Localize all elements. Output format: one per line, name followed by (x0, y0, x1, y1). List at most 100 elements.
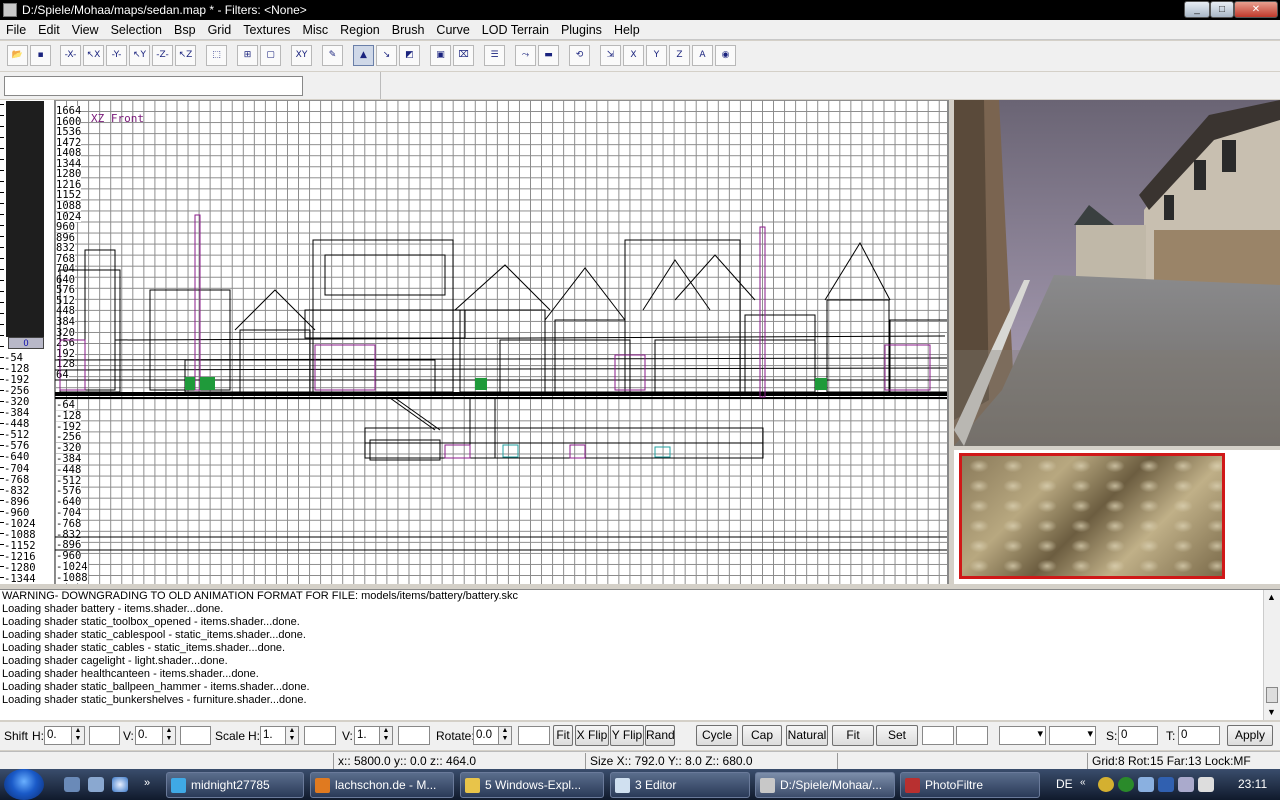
y-flip-button[interactable]: Y Flip (610, 725, 644, 746)
shift-h-spinner[interactable]: ▲ ▼ (71, 726, 85, 745)
x-view-icon[interactable]: X (623, 45, 644, 66)
menu-selection[interactable]: Selection (105, 23, 168, 37)
shift-h-input[interactable]: 0. (44, 726, 72, 745)
y-view-icon[interactable]: Y (646, 45, 667, 66)
scale-icon[interactable]: ⇲ (600, 45, 621, 66)
clock[interactable]: 23:11 (1238, 777, 1267, 791)
tray-app-icon[interactable] (1098, 777, 1114, 792)
ruler-icon[interactable]: ▬ (538, 45, 559, 66)
scroll-down-icon[interactable]: ▼ (1267, 707, 1276, 717)
z-axis-icon[interactable]: -Z- (152, 45, 173, 66)
y-axis-icon[interactable]: -Y- (106, 45, 127, 66)
menu-help[interactable]: Help (608, 23, 646, 37)
shift-v-spinner[interactable]: ▲ ▼ (162, 726, 176, 745)
rotate-icon[interactable]: ⟲ (569, 45, 590, 66)
dashed-select-icon[interactable]: ▢ (260, 45, 281, 66)
menu-misc[interactable]: Misc (296, 23, 334, 37)
grid-select-icon[interactable]: ⊞ (237, 45, 258, 66)
tray-network-icon[interactable] (1138, 777, 1154, 792)
y-flip-icon[interactable]: ↖Y (129, 45, 150, 66)
tray-device-icon[interactable] (1178, 777, 1194, 792)
scale-h-extra-input[interactable] (304, 726, 336, 745)
z-scale-panel[interactable]: 0 -54 -128 -192 -256 -320 -384 -448 -512 -576 -64… (0, 100, 55, 584)
menu-plugins[interactable]: Plugins (555, 23, 608, 37)
filter-input[interactable] (4, 76, 303, 96)
taskbar-button[interactable]: midnight27785 (166, 772, 304, 798)
menu-textures[interactable]: Textures (237, 23, 296, 37)
close-button[interactable]: ✕ (1234, 1, 1278, 18)
set-button[interactable]: Set (876, 725, 918, 746)
set-width-input[interactable] (922, 726, 954, 745)
natural-button[interactable]: Natural (786, 725, 828, 746)
apply-button[interactable]: Apply (1227, 725, 1273, 746)
save-icon[interactable]: ▪ (30, 45, 51, 66)
console-scrollbar[interactable]: ▲ ▼ (1263, 590, 1280, 720)
menu-view[interactable]: View (66, 23, 105, 37)
rotate-input[interactable]: 0.0 (473, 726, 499, 745)
tray-shield-icon[interactable] (1118, 777, 1134, 792)
entity-icon[interactable]: ⌧ (453, 45, 474, 66)
menu-region[interactable]: Region (334, 23, 386, 37)
scale-v-spinner[interactable]: ▲ ▼ (379, 726, 393, 745)
s-input[interactable]: 0 (1118, 726, 1158, 745)
cap-button[interactable]: Cap (742, 725, 782, 746)
console-log[interactable]: WARNING- DOWNGRADING TO OLD ANIMATION FO… (0, 589, 1280, 720)
quicklaunch-chevron-icon[interactable]: » (144, 777, 150, 789)
clipper-icon[interactable]: ✎ (322, 45, 343, 66)
texture-browser[interactable] (954, 450, 1280, 584)
z-view-icon[interactable]: Z (669, 45, 690, 66)
menu-brush[interactable]: Brush (386, 23, 431, 37)
taskbar-button[interactable]: lachschon.de - M... (310, 772, 454, 798)
scale-v-extra-input[interactable] (398, 726, 430, 745)
minimize-button[interactable]: _ (1184, 1, 1210, 18)
taskbar-button[interactable]: PhotoFiltre (900, 772, 1040, 798)
shift-v-extra-input[interactable] (180, 726, 211, 745)
tray-chevron-icon[interactable]: « (1080, 777, 1086, 788)
fit-button[interactable]: Fit (553, 725, 573, 746)
switch-windows-icon[interactable] (88, 777, 104, 792)
cycle-button[interactable]: Cycle > (696, 725, 738, 761)
eye-icon[interactable]: ◉ (715, 45, 736, 66)
z-scale-marker[interactable]: 0 (8, 337, 44, 349)
shift-h-extra-input[interactable] (89, 726, 120, 745)
camera-view[interactable] (954, 100, 1280, 446)
browser-quicklaunch-icon[interactable] (112, 777, 128, 792)
menu-edit[interactable]: Edit (32, 23, 66, 37)
dotted-select-icon[interactable]: ⬚ (206, 45, 227, 66)
z-flip-icon[interactable]: ↖Z (175, 45, 196, 66)
taskbar-button[interactable]: 5 Windows-Expl... (460, 772, 604, 798)
edit-icon[interactable]: ◩ (399, 45, 420, 66)
drag-icon[interactable]: ↘ (376, 45, 397, 66)
scale-h-spinner[interactable]: ▲ ▼ (285, 726, 299, 745)
text-icon[interactable]: A (692, 45, 713, 66)
shift-v-input[interactable]: 0. (135, 726, 163, 745)
taskbar-button[interactable]: D:/Spiele/Mohaa/... (755, 772, 895, 798)
menu-bsp[interactable]: Bsp (168, 23, 202, 37)
rotate-spinner[interactable]: ▲ ▼ (498, 726, 512, 745)
menu-lod-terrain[interactable]: LOD Terrain (476, 23, 555, 37)
x-flip-button[interactable]: X Flip (575, 725, 609, 746)
path-icon[interactable]: ⤳ (515, 45, 536, 66)
xz-front-view[interactable]: 1664 1600 1536 1472 1408 1344 1280 1216 1152 1088… (55, 100, 949, 584)
taskbar-button[interactable]: 3 Editor (610, 772, 750, 798)
camera-select-icon[interactable]: ▲ (353, 45, 374, 66)
scale-h-input[interactable]: 1. (260, 726, 286, 745)
rotate-extra-input[interactable] (518, 726, 550, 745)
fit-texture-button[interactable]: Fit (832, 725, 874, 746)
open-icon[interactable]: 📂 (7, 45, 28, 66)
selected-texture-cobblestone[interactable] (959, 453, 1225, 579)
rand-button[interactable]: Rand (645, 725, 675, 746)
surface-combo-2[interactable] (1049, 726, 1096, 745)
t-input[interactable]: 0 (1178, 726, 1220, 745)
texture-icon[interactable]: ▣ (430, 45, 451, 66)
scroll-thumb[interactable] (1266, 687, 1278, 703)
scale-v-input[interactable]: 1. (354, 726, 380, 745)
language-indicator[interactable]: DE (1056, 777, 1073, 791)
start-button[interactable] (4, 769, 44, 800)
x-flip-icon[interactable]: ↖X (83, 45, 104, 66)
maximize-button[interactable]: □ (1210, 1, 1234, 18)
menu-grid[interactable]: Grid (202, 23, 238, 37)
x-axis-icon[interactable]: -X- (60, 45, 81, 66)
swap-xy-icon[interactable]: XY (291, 45, 312, 66)
list-icon[interactable]: ☰ (484, 45, 505, 66)
